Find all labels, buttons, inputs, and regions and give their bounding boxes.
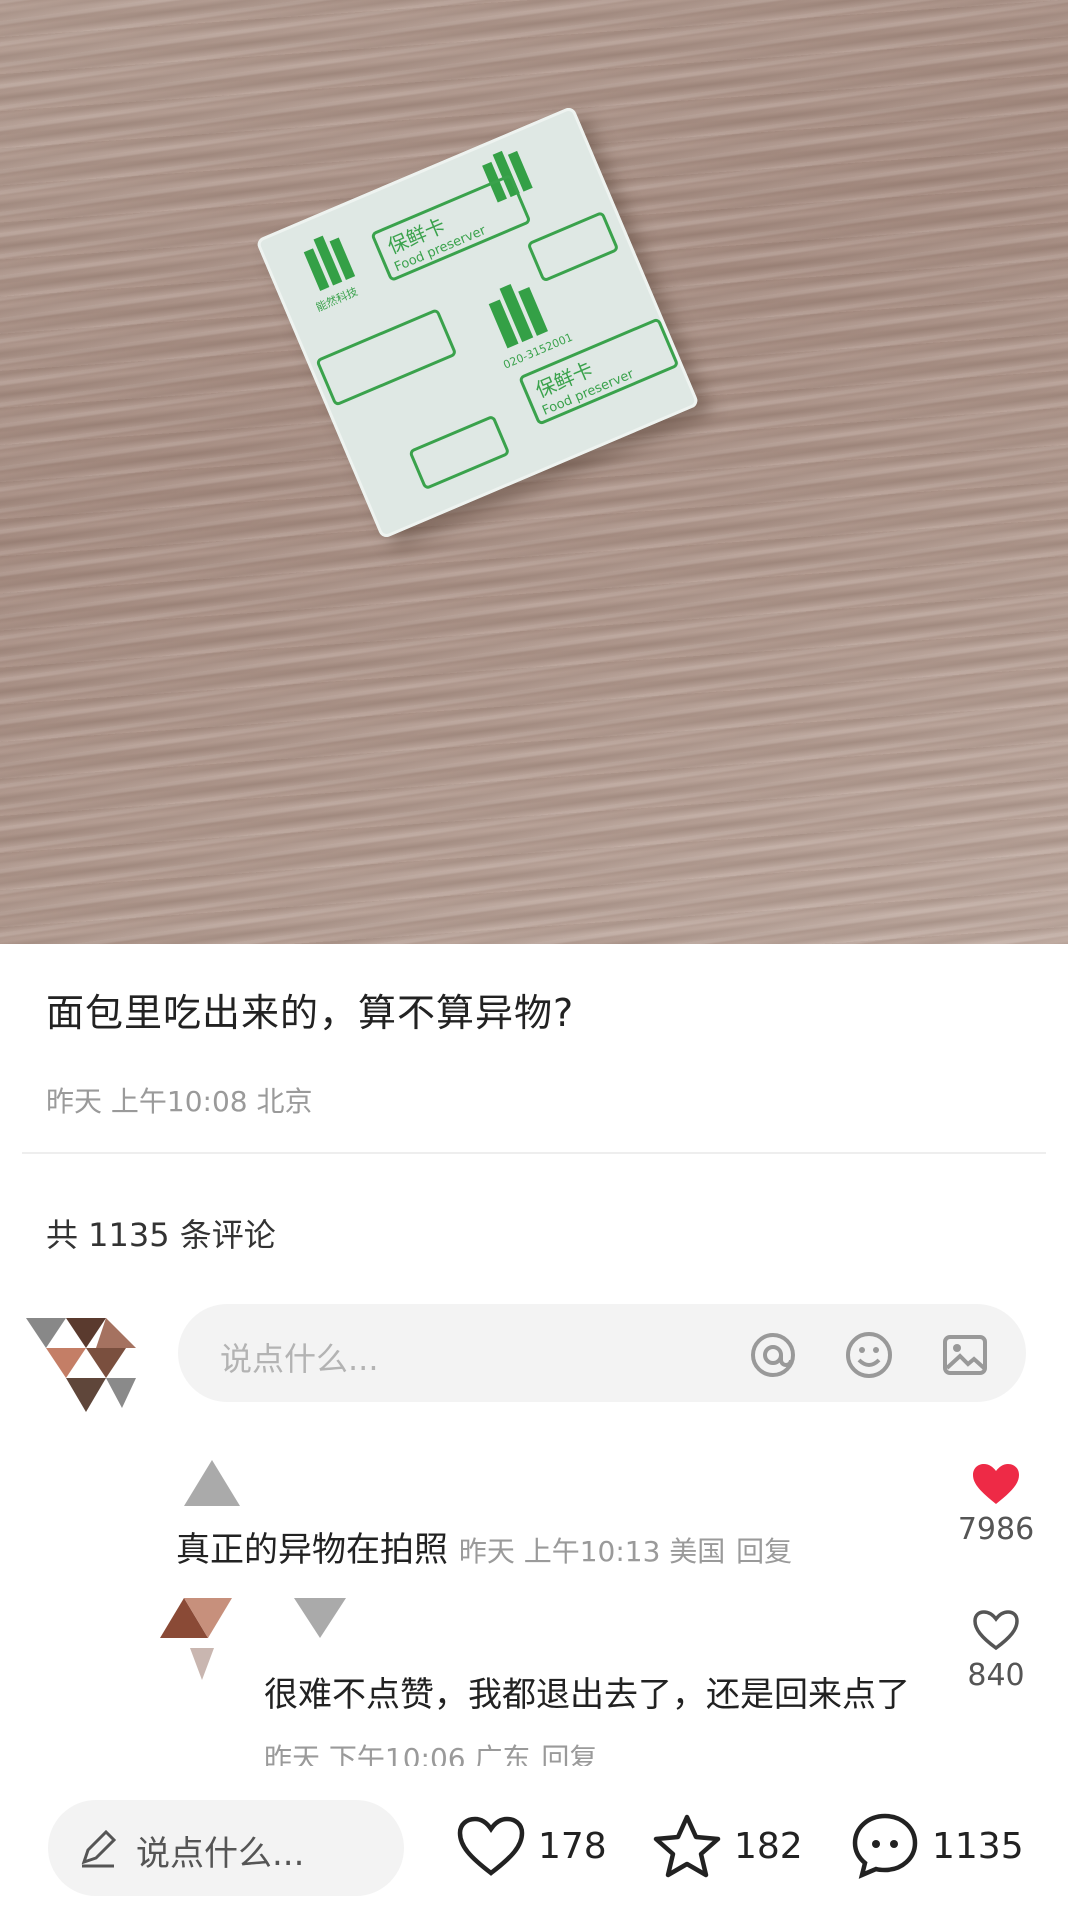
post-meta: 昨天 上午10:08 北京 <box>46 1085 313 1118</box>
card-texts: 保鲜卡 Food preserver 保鲜卡 Food preserver 能然… <box>314 213 637 419</box>
comment-bubble-icon <box>852 1813 918 1879</box>
card-print: 保鲜卡 Food preserver 保鲜卡 Food preserver 能然… <box>303 150 678 489</box>
star-outline-icon <box>653 1814 721 1878</box>
my-avatar[interactable] <box>26 1318 160 1414</box>
comment-input[interactable]: 说点什么... <box>178 1304 1026 1402</box>
favorite-stat[interactable]: 182 <box>652 1806 803 1886</box>
bottom-input-placeholder: 说点什么... <box>136 1834 305 1874</box>
pencil-icon <box>81 1829 117 1868</box>
like-stat[interactable]: 178 <box>456 1806 607 1886</box>
post-photo[interactable]: 保鲜卡 Food preserver 保鲜卡 Food preserver 能然… <box>0 0 1068 944</box>
comment-count: 共 1135 条评论 <box>46 1216 276 1254</box>
like-count: 178 <box>538 1825 607 1867</box>
divider <box>22 1152 1046 1154</box>
commenter-avatar[interactable] <box>176 1458 248 1508</box>
reply-button[interactable]: 回复 <box>736 1535 792 1568</box>
image-icon[interactable] <box>940 1330 990 1380</box>
bottom-action-bar: 说点什么... 178 182 1135 <box>0 1766 1068 1920</box>
comment-text: 真正的异物在拍照 <box>176 1530 448 1570</box>
comment-text: 很难不点赞，我都退出去了，还是回来点了 <box>264 1675 910 1715</box>
like-count: 7986 <box>957 1512 1035 1547</box>
favorite-count: 182 <box>734 1825 803 1867</box>
heart-filled-icon <box>973 1464 1019 1504</box>
comment-like-button[interactable]: 840 <box>936 1608 1056 1693</box>
comment-input-placeholder: 说点什么... <box>220 1340 379 1378</box>
comment-like-button[interactable]: 7986 <box>936 1462 1056 1547</box>
at-icon[interactable] <box>748 1330 798 1380</box>
food-preserver-card: 保鲜卡 Food preserver 保鲜卡 Food preserver 能然… <box>255 105 700 540</box>
post-title: 面包里吃出来的，算不算异物? <box>46 991 575 1035</box>
bottom-comment-input[interactable]: 说点什么... <box>48 1800 404 1896</box>
like-count: 840 <box>967 1658 1025 1693</box>
comment-item[interactable]: 真正的异物在拍照 昨天 上午10:13 美国 回复 <box>176 1522 792 1571</box>
comment-count-bottom: 1135 <box>932 1825 1024 1867</box>
comment-stat[interactable]: 1135 <box>850 1806 1024 1886</box>
heart-outline-icon <box>457 1816 525 1876</box>
comment-meta: 昨天 上午10:13 美国 <box>458 1535 726 1568</box>
heart-outline-icon <box>973 1610 1019 1651</box>
emoji-icon[interactable] <box>844 1330 894 1380</box>
